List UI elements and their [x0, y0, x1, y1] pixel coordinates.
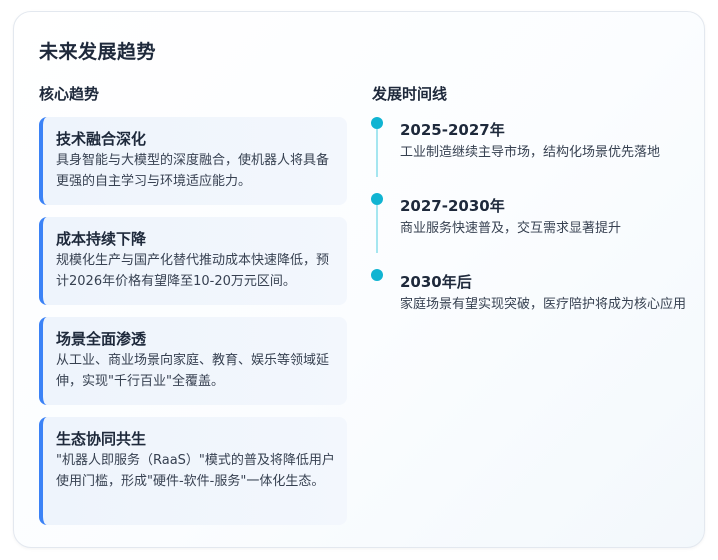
trend-description: 从工业、商业场景向家庭、教育、娱乐等领域延伸，实现"千行百业"全覆盖。 [56, 353, 330, 389]
trend-description: 规模化生产与国产化替代推动成本快速降低，预计2026年价格有望降至10-20万元… [56, 253, 330, 289]
timeline-heading: 发展时间线 [372, 85, 448, 103]
timeline-item: 2027-2030年 商业服务快速普及，交互需求显著提升 [400, 196, 690, 239]
trend-card-tech-fusion: 技术融合深化 具身智能与大模型的深度融合，使机器人将具备更强的自主学习与环境适应… [39, 117, 347, 205]
trend-card-scene-penetration: 场景全面渗透 从工业、商业场景向家庭、教育、娱乐等领域延伸，实现"千行百业"全覆… [39, 317, 347, 405]
timeline-item: 2025-2027年 工业制造继续主导市场，结构化场景优先落地 [400, 120, 690, 163]
timeline-year: 2025-2027年 [400, 121, 505, 139]
timeline-dot-icon [371, 117, 383, 129]
future-trends-card: 未来发展趋势 核心趋势 技术融合深化 具身智能与大模型的深度融合，使机器人将具备… [13, 11, 705, 548]
timeline-connector [376, 129, 378, 177]
page-title: 未来发展趋势 [39, 41, 157, 63]
trend-title: 技术融合深化 [56, 130, 147, 148]
trend-title: 成本持续下降 [56, 230, 147, 248]
timeline-year: 2027-2030年 [400, 197, 505, 215]
timeline-description: 商业服务快速普及，交互需求显著提升 [400, 221, 622, 236]
trend-title: 生态协同共生 [56, 430, 147, 448]
trend-description: 具身智能与大模型的深度融合，使机器人将具备更强的自主学习与环境适应能力。 [56, 153, 330, 189]
timeline-item: 2030年后 家庭场景有望实现突破，医疗陪护将成为核心应用 [400, 272, 690, 315]
trend-card-ecosystem: 生态协同共生 "机器人即服务（RaaS）"模式的普及将降低用户使用门槛，形成"硬… [39, 417, 347, 525]
timeline-connector [376, 205, 378, 253]
timeline-dot-icon [371, 269, 383, 281]
timeline-description: 家庭场景有望实现突破，医疗陪护将成为核心应用 [400, 297, 687, 312]
trend-title: 场景全面渗透 [56, 330, 147, 348]
core-trends-heading: 核心趋势 [39, 85, 100, 103]
trend-card-cost-decline: 成本持续下降 规模化生产与国产化替代推动成本快速降低，预计2026年价格有望降至… [39, 217, 347, 305]
timeline-year: 2030年后 [400, 273, 472, 291]
trend-description: "机器人即服务（RaaS）"模式的普及将降低用户使用门槛，形成"硬件-软件-服务… [56, 453, 335, 489]
timeline-description: 工业制造继续主导市场，结构化场景优先落地 [400, 145, 661, 160]
timeline-dot-icon [371, 193, 383, 205]
